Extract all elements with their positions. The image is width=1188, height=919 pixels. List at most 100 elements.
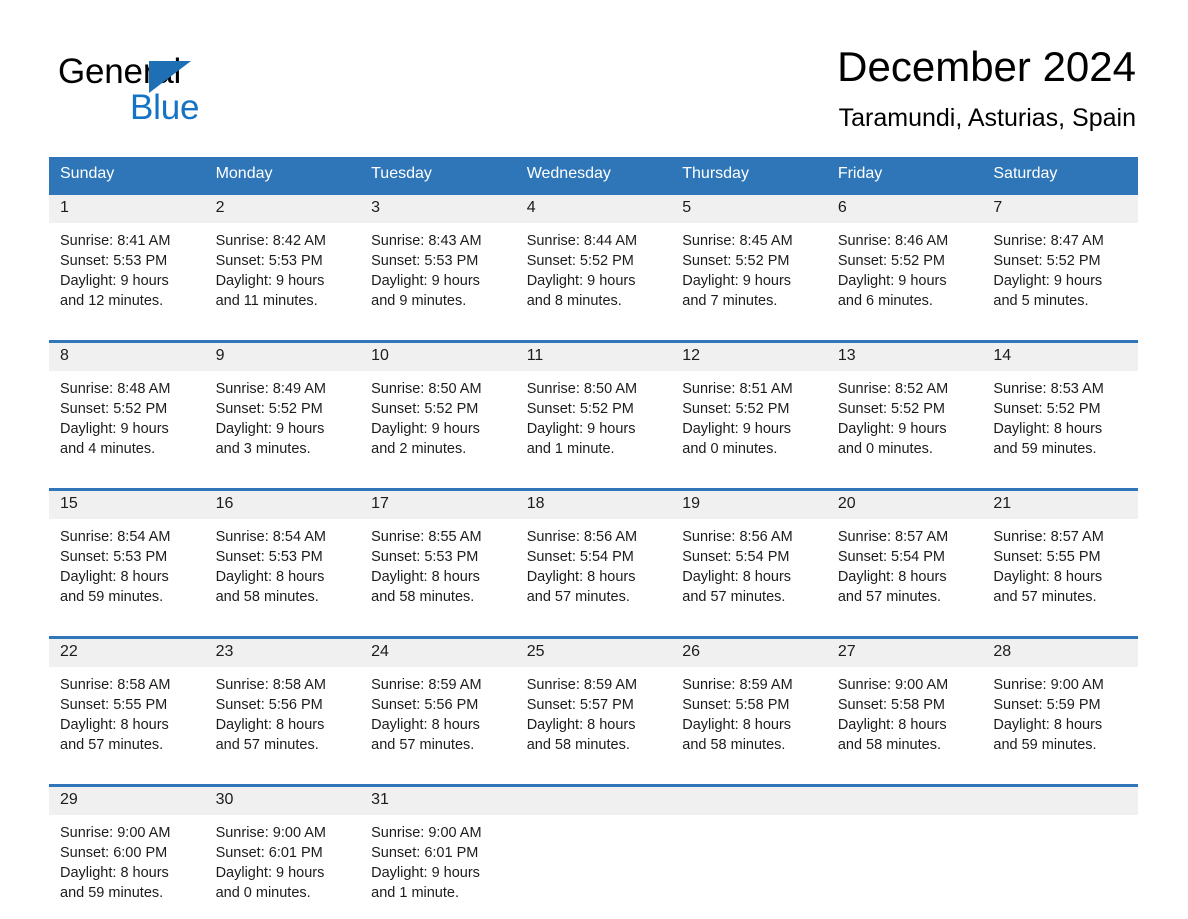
day-cell[interactable]: Sunrise: 9:00 AM Sunset: 6:00 PM Daylight:… bbox=[49, 815, 205, 919]
day-sunset-text: Sunset: 5:58 PM bbox=[682, 697, 790, 713]
day-cell[interactable]: Sunrise: 8:54 AM Sunset: 5:53 PM Daylight:… bbox=[204, 519, 361, 623]
day-sunset-text: Sunset: 5:54 PM bbox=[526, 549, 634, 565]
day-number-cell[interactable]: 17 bbox=[360, 491, 516, 519]
day-sunset-text: Sunset: 5:54 PM bbox=[682, 549, 790, 565]
day-daylight-1-text: Daylight: 9 hours bbox=[60, 421, 169, 437]
day-cell[interactable]: Sunrise: 8:59 AM Sunset: 5:58 PM Daylight:… bbox=[671, 667, 827, 771]
day-daylight-1-text: Daylight: 9 hours bbox=[682, 273, 792, 289]
day-number-cell[interactable]: 15 bbox=[49, 491, 205, 519]
day-daylight-1-text: Daylight: 9 hours bbox=[215, 273, 325, 289]
day-sunrise-text: Sunrise: 9:00 AM bbox=[371, 825, 482, 841]
day-sunrise-text: Sunrise: 9:00 AM bbox=[215, 825, 326, 841]
day-number-row: 22 23 24 25 26 27 28 bbox=[49, 639, 1138, 667]
day-cell[interactable]: Sunrise: 8:41 AM Sunset: 5:53 PM Daylight:… bbox=[49, 223, 205, 327]
day-daylight-1-text: Daylight: 8 hours bbox=[993, 569, 1103, 585]
day-cell[interactable]: Sunrise: 8:56 AM Sunset: 5:54 PM Daylight:… bbox=[671, 519, 827, 623]
day-cell[interactable]: Sunrise: 8:44 AM Sunset: 5:52 PM Daylight:… bbox=[515, 223, 672, 327]
day-number-cell[interactable]: 9 bbox=[204, 343, 361, 371]
day-number-cell[interactable]: 21 bbox=[982, 491, 1138, 519]
day-cell[interactable]: Sunrise: 8:58 AM Sunset: 5:55 PM Daylight:… bbox=[49, 667, 205, 771]
day-sunset-text: Sunset: 6:01 PM bbox=[215, 845, 323, 861]
day-number-cell[interactable]: 11 bbox=[515, 343, 672, 371]
day-number-cell[interactable]: 14 bbox=[982, 343, 1138, 371]
day-number-cell[interactable]: 24 bbox=[360, 639, 516, 667]
day-number-cell[interactable]: 6 bbox=[826, 195, 983, 223]
day-sunrise-text: Sunrise: 8:48 AM bbox=[60, 381, 171, 397]
day-number-cell[interactable]: 8 bbox=[49, 343, 205, 371]
general-blue-logo: General Blue bbox=[58, 52, 318, 130]
day-daylight-2-text: and 59 minutes. bbox=[993, 737, 1097, 753]
weekday-header-tuesday: Tuesday bbox=[360, 157, 516, 192]
day-daylight-2-text: and 58 minutes. bbox=[371, 589, 475, 605]
day-details-row: Sunrise: 8:58 AM Sunset: 5:55 PM Daylight:… bbox=[49, 667, 1138, 771]
day-sunset-text: Sunset: 5:52 PM bbox=[837, 253, 946, 269]
day-cell[interactable]: Sunrise: 8:47 AM Sunset: 5:52 PM Daylight:… bbox=[982, 223, 1138, 327]
day-cell[interactable]: Sunrise: 8:46 AM Sunset: 5:52 PM Daylight:… bbox=[826, 223, 983, 327]
day-number-cell[interactable]: 7 bbox=[982, 195, 1138, 223]
day-cell[interactable]: Sunrise: 9:00 AM Sunset: 6:01 PM Daylight:… bbox=[360, 815, 516, 919]
day-cell[interactable]: Sunrise: 8:45 AM Sunset: 5:52 PM Daylight:… bbox=[671, 223, 827, 327]
day-sunset-text: Sunset: 5:53 PM bbox=[215, 549, 323, 565]
day-cell[interactable]: Sunrise: 8:59 AM Sunset: 5:57 PM Daylight:… bbox=[515, 667, 672, 771]
sunrise-sunset-calendar: Sunday Monday Tuesday Wednesday Thursday… bbox=[49, 157, 1138, 919]
day-cell[interactable]: Sunrise: 8:57 AM Sunset: 5:55 PM Daylight:… bbox=[982, 519, 1138, 623]
day-cell[interactable]: Sunrise: 8:52 AM Sunset: 5:52 PM Daylight:… bbox=[826, 371, 983, 475]
day-cell[interactable]: Sunrise: 8:54 AM Sunset: 5:53 PM Daylight:… bbox=[49, 519, 205, 623]
day-number-cell-empty bbox=[826, 787, 983, 815]
day-cell[interactable]: Sunrise: 8:43 AM Sunset: 5:53 PM Daylight:… bbox=[360, 223, 516, 327]
day-number-cell[interactable]: 5 bbox=[671, 195, 827, 223]
day-cell[interactable]: Sunrise: 8:42 AM Sunset: 5:53 PM Daylight:… bbox=[204, 223, 361, 327]
day-cell[interactable]: Sunrise: 8:51 AM Sunset: 5:52 PM Daylight:… bbox=[671, 371, 827, 475]
day-cell[interactable]: Sunrise: 9:00 AM Sunset: 6:01 PM Daylight:… bbox=[204, 815, 361, 919]
day-number-cell[interactable]: 16 bbox=[204, 491, 361, 519]
day-cell[interactable]: Sunrise: 8:49 AM Sunset: 5:52 PM Daylight:… bbox=[204, 371, 361, 475]
day-cell[interactable]: Sunrise: 8:58 AM Sunset: 5:56 PM Daylight:… bbox=[204, 667, 361, 771]
day-cell[interactable]: Sunrise: 8:48 AM Sunset: 5:52 PM Daylight:… bbox=[49, 371, 205, 475]
day-cell[interactable]: Sunrise: 9:00 AM Sunset: 5:59 PM Daylight:… bbox=[982, 667, 1138, 771]
day-sunrise-text: Sunrise: 9:00 AM bbox=[837, 677, 949, 693]
day-number-cell[interactable]: 23 bbox=[204, 639, 361, 667]
day-cell[interactable]: Sunrise: 9:00 AM Sunset: 5:58 PM Daylight:… bbox=[826, 667, 983, 771]
day-number-cell[interactable]: 13 bbox=[826, 343, 983, 371]
day-sunrise-text: Sunrise: 8:59 AM bbox=[526, 677, 638, 693]
day-sunrise-text: Sunrise: 8:49 AM bbox=[215, 381, 326, 397]
day-sunset-text: Sunset: 5:58 PM bbox=[837, 697, 946, 713]
day-daylight-1-text: Daylight: 8 hours bbox=[526, 569, 636, 585]
weekday-header-monday: Monday bbox=[204, 157, 361, 192]
day-daylight-1-text: Daylight: 9 hours bbox=[837, 273, 947, 289]
day-number-cell[interactable]: 2 bbox=[204, 195, 361, 223]
day-sunrise-text: Sunrise: 9:00 AM bbox=[60, 825, 171, 841]
day-cell[interactable]: Sunrise: 8:55 AM Sunset: 5:53 PM Daylight:… bbox=[360, 519, 516, 623]
day-daylight-2-text: and 58 minutes. bbox=[215, 589, 319, 605]
day-daylight-2-text: and 57 minutes. bbox=[215, 737, 319, 753]
day-cell[interactable]: Sunrise: 8:53 AM Sunset: 5:52 PM Daylight:… bbox=[982, 371, 1138, 475]
day-cell[interactable]: Sunrise: 8:57 AM Sunset: 5:54 PM Daylight:… bbox=[826, 519, 983, 623]
day-number-cell[interactable]: 3 bbox=[360, 195, 516, 223]
day-cell[interactable]: Sunrise: 8:50 AM Sunset: 5:52 PM Daylight:… bbox=[515, 371, 672, 475]
day-number-cell[interactable]: 4 bbox=[515, 195, 672, 223]
day-number-cell[interactable]: 12 bbox=[671, 343, 827, 371]
day-number-cell-empty bbox=[671, 787, 827, 815]
day-cell[interactable]: Sunrise: 8:59 AM Sunset: 5:56 PM Daylight:… bbox=[360, 667, 516, 771]
day-number-cell[interactable]: 28 bbox=[982, 639, 1138, 667]
day-cell[interactable]: Sunrise: 8:50 AM Sunset: 5:52 PM Daylight:… bbox=[360, 371, 516, 475]
day-number-cell[interactable]: 1 bbox=[49, 195, 205, 223]
day-number-cell[interactable]: 22 bbox=[49, 639, 205, 667]
day-daylight-2-text: and 59 minutes. bbox=[60, 589, 164, 605]
day-daylight-2-text: and 4 minutes. bbox=[60, 441, 156, 457]
day-number-cell[interactable]: 27 bbox=[826, 639, 983, 667]
day-number-cell[interactable]: 19 bbox=[671, 491, 827, 519]
day-daylight-2-text: and 8 minutes. bbox=[526, 293, 622, 309]
day-cell[interactable]: Sunrise: 8:56 AM Sunset: 5:54 PM Daylight:… bbox=[515, 519, 672, 623]
day-number-cell[interactable]: 20 bbox=[826, 491, 983, 519]
day-number-cell[interactable]: 25 bbox=[515, 639, 672, 667]
day-number-cell[interactable]: 30 bbox=[204, 787, 361, 815]
day-number-cell[interactable]: 18 bbox=[515, 491, 672, 519]
day-number-row: 1234567 bbox=[49, 195, 1138, 223]
weekday-header-wednesday: Wednesday bbox=[515, 157, 672, 192]
day-number-cell[interactable]: 10 bbox=[360, 343, 516, 371]
day-number-cell-empty bbox=[515, 787, 672, 815]
day-number-cell[interactable]: 29 bbox=[49, 787, 205, 815]
day-number-cell[interactable]: 26 bbox=[671, 639, 827, 667]
day-number-cell[interactable]: 31 bbox=[360, 787, 516, 815]
